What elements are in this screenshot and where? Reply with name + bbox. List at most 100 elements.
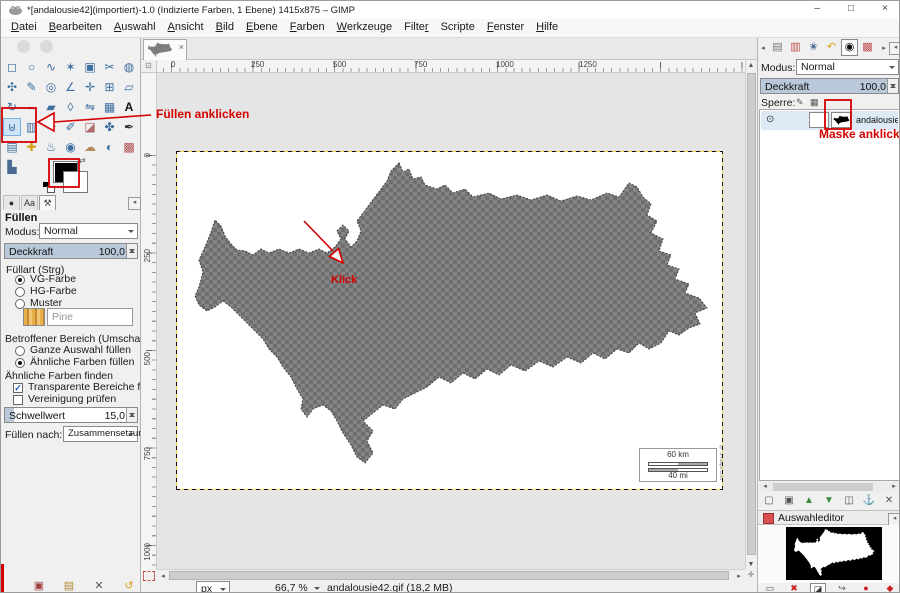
spinner-icon[interactable] [887,79,898,93]
measure-tool[interactable]: ∠ [62,78,80,96]
tab-colors[interactable]: ▩ [859,39,876,56]
new-layer-button[interactable]: ▢ [760,493,778,508]
zoom-dropdown[interactable]: 66,7 % [271,581,323,593]
clone-tool[interactable]: ▤ [3,138,21,156]
color-picker-tool[interactable]: ✎ [23,78,41,96]
invert-selection-button[interactable]: ◪ [810,583,826,593]
checkbox-transparente[interactable]: ✓ [13,383,23,393]
align-tool[interactable]: ⊞ [101,78,119,96]
horizontal-scroll-thumb[interactable] [169,571,729,580]
tab-fonts[interactable]: Aa [21,195,38,210]
menu-farben[interactable]: Farben [284,19,331,38]
fill-by-dropdown[interactable]: Zusammensetzung [63,426,138,442]
image-page[interactable]: 60 km 40 mi © d-maps.com [177,152,722,489]
paths-tool[interactable]: ✣ [3,78,21,96]
layer-row[interactable]: ⊙ andalousie42.g [761,111,898,130]
tab-selection-editor[interactable]: ◉ [841,39,858,56]
radio-ganze-auswahl[interactable] [15,346,25,356]
bucket-fill-tool[interactable]: ⊎ [3,118,21,136]
flip-tool[interactable]: ⇋ [81,98,99,116]
image-tab[interactable]: × [143,39,187,60]
threshold-slider[interactable]: Schwellwert 15,0 [4,407,138,423]
color-grid-tool[interactable]: ▩ [120,138,138,156]
horizontal-scrollbar[interactable]: ◂ ▸ [157,569,745,581]
visibility-eye-icon[interactable]: ⊙ [766,114,774,125]
tab-undo-history[interactable]: ↶ [823,39,840,56]
move-tool[interactable]: ✛ [81,78,99,96]
select-all-button[interactable]: ▭ [762,583,778,593]
vertical-scroll-thumb[interactable] [747,73,756,555]
layer-list[interactable]: ⊙ andalousie42.g [759,109,900,481]
new-group-button[interactable]: ▣ [780,493,798,508]
scale-tool[interactable]: ⇔ [23,98,41,116]
maximize-button[interactable]: □ [835,1,867,17]
text-tool[interactable]: A [120,98,138,116]
gradient-tool[interactable]: ▥ [23,118,41,136]
stroke-selection-button[interactable]: ◆ [882,583,898,593]
layer-mask-thumbnail[interactable] [831,112,851,128]
horizontal-ruler[interactable]: 025050075010001250 [157,60,745,73]
delete-options-button[interactable]: ✕ [91,578,107,593]
ruler-corner-button[interactable]: ⊡ [141,60,157,73]
menu-hilfe[interactable]: Hilfe [530,19,564,38]
menu-ebene[interactable]: Ebene [240,19,284,38]
paintbrush-tool[interactable]: ✐ [62,118,80,136]
lower-layer-button[interactable]: ▼ [820,493,838,508]
rotate-tool[interactable]: ↻ [3,98,21,116]
selection-preview[interactable] [786,527,882,580]
panel-menu-button[interactable]: ◂ [128,197,141,210]
pattern-name-entry[interactable]: Pine [47,308,133,326]
foreground-select-tool[interactable]: ◍ [120,58,138,76]
tab-channels[interactable]: ▥ [787,39,804,56]
menu-scripte[interactable]: Scripte [435,19,481,38]
scroll-down-icon[interactable]: ▼ [746,561,756,568]
save-options-button[interactable]: ▣ [31,578,47,593]
andalusia-map-transparent[interactable] [177,152,722,489]
layer-thumbnail[interactable] [809,112,829,128]
cage-transform-tool[interactable]: ▦ [101,98,119,116]
lock-pixels-icon[interactable]: ✎ [796,97,804,108]
heal-tool[interactable]: ✚ [23,138,41,156]
pattern-swatch[interactable] [23,308,45,326]
eraser-tool[interactable]: ◪ [81,118,99,136]
menu-ansicht[interactable]: Ansicht [162,19,210,38]
delete-layer-button[interactable]: ✕ [880,493,898,508]
lock-alpha-icon[interactable]: ▦ [810,97,819,108]
checkbox-vereinigung[interactable] [13,395,23,405]
canvas-viewport[interactable]: 60 km 40 mi © d-maps.com [157,73,745,569]
scroll-up-icon[interactable]: ▲ [746,62,756,69]
tab-paths[interactable]: ✬ [805,39,822,56]
background-color-swatch[interactable] [63,171,88,193]
zoom-tool[interactable]: ◎ [42,78,60,96]
close-tab-icon[interactable]: × [179,43,184,52]
tab-tool-options[interactable]: ⚒ [39,195,56,210]
perspective-tool[interactable]: ◊ [62,98,80,116]
tab-brushes[interactable]: ● [3,195,20,210]
menu-filter[interactable]: Filter [398,19,434,38]
layer-list-scrollbar[interactable]: ◂ ▸ [759,482,900,492]
menu-werkzeuge[interactable]: Werkzeuge [331,19,398,38]
select-none-button[interactable]: ✖ [786,583,802,593]
radio-aehnliche-farben[interactable] [15,358,25,368]
menu-fenster[interactable]: Fenster [481,19,530,38]
radio-vg-farbe[interactable] [15,275,25,285]
layer-mode-dropdown[interactable]: Normal [796,59,899,75]
menu-bild[interactable]: Bild [210,19,240,38]
tabs-scroll-left-icon[interactable]: ◂ [758,44,768,52]
mode-dropdown[interactable]: Normal [39,223,138,239]
spinner-icon[interactable] [126,408,137,422]
vertical-ruler[interactable]: 02505007501000 [141,73,157,569]
histogram-tool[interactable]: ▙ [3,158,21,176]
vertical-scrollbar[interactable]: ▲ ▼ [745,60,757,569]
scroll-right-icon[interactable]: ▸ [734,572,744,580]
perspective-clone-tool[interactable]: ♨ [42,138,60,156]
quick-mask-toggle[interactable] [143,571,155,581]
select-by-color-tool[interactable]: ▣ [81,58,99,76]
ink-tool[interactable]: ✒ [120,118,138,136]
opacity-slider[interactable]: Deckkraft 100,0 [4,243,138,259]
scroll-thumb[interactable] [773,483,873,491]
restore-options-button[interactable]: ▤ [61,578,77,593]
free-select-tool[interactable]: ∿ [42,58,60,76]
blur-sharpen-tool[interactable]: ◉ [62,138,80,156]
reset-options-button[interactable]: ↺ [121,578,137,593]
